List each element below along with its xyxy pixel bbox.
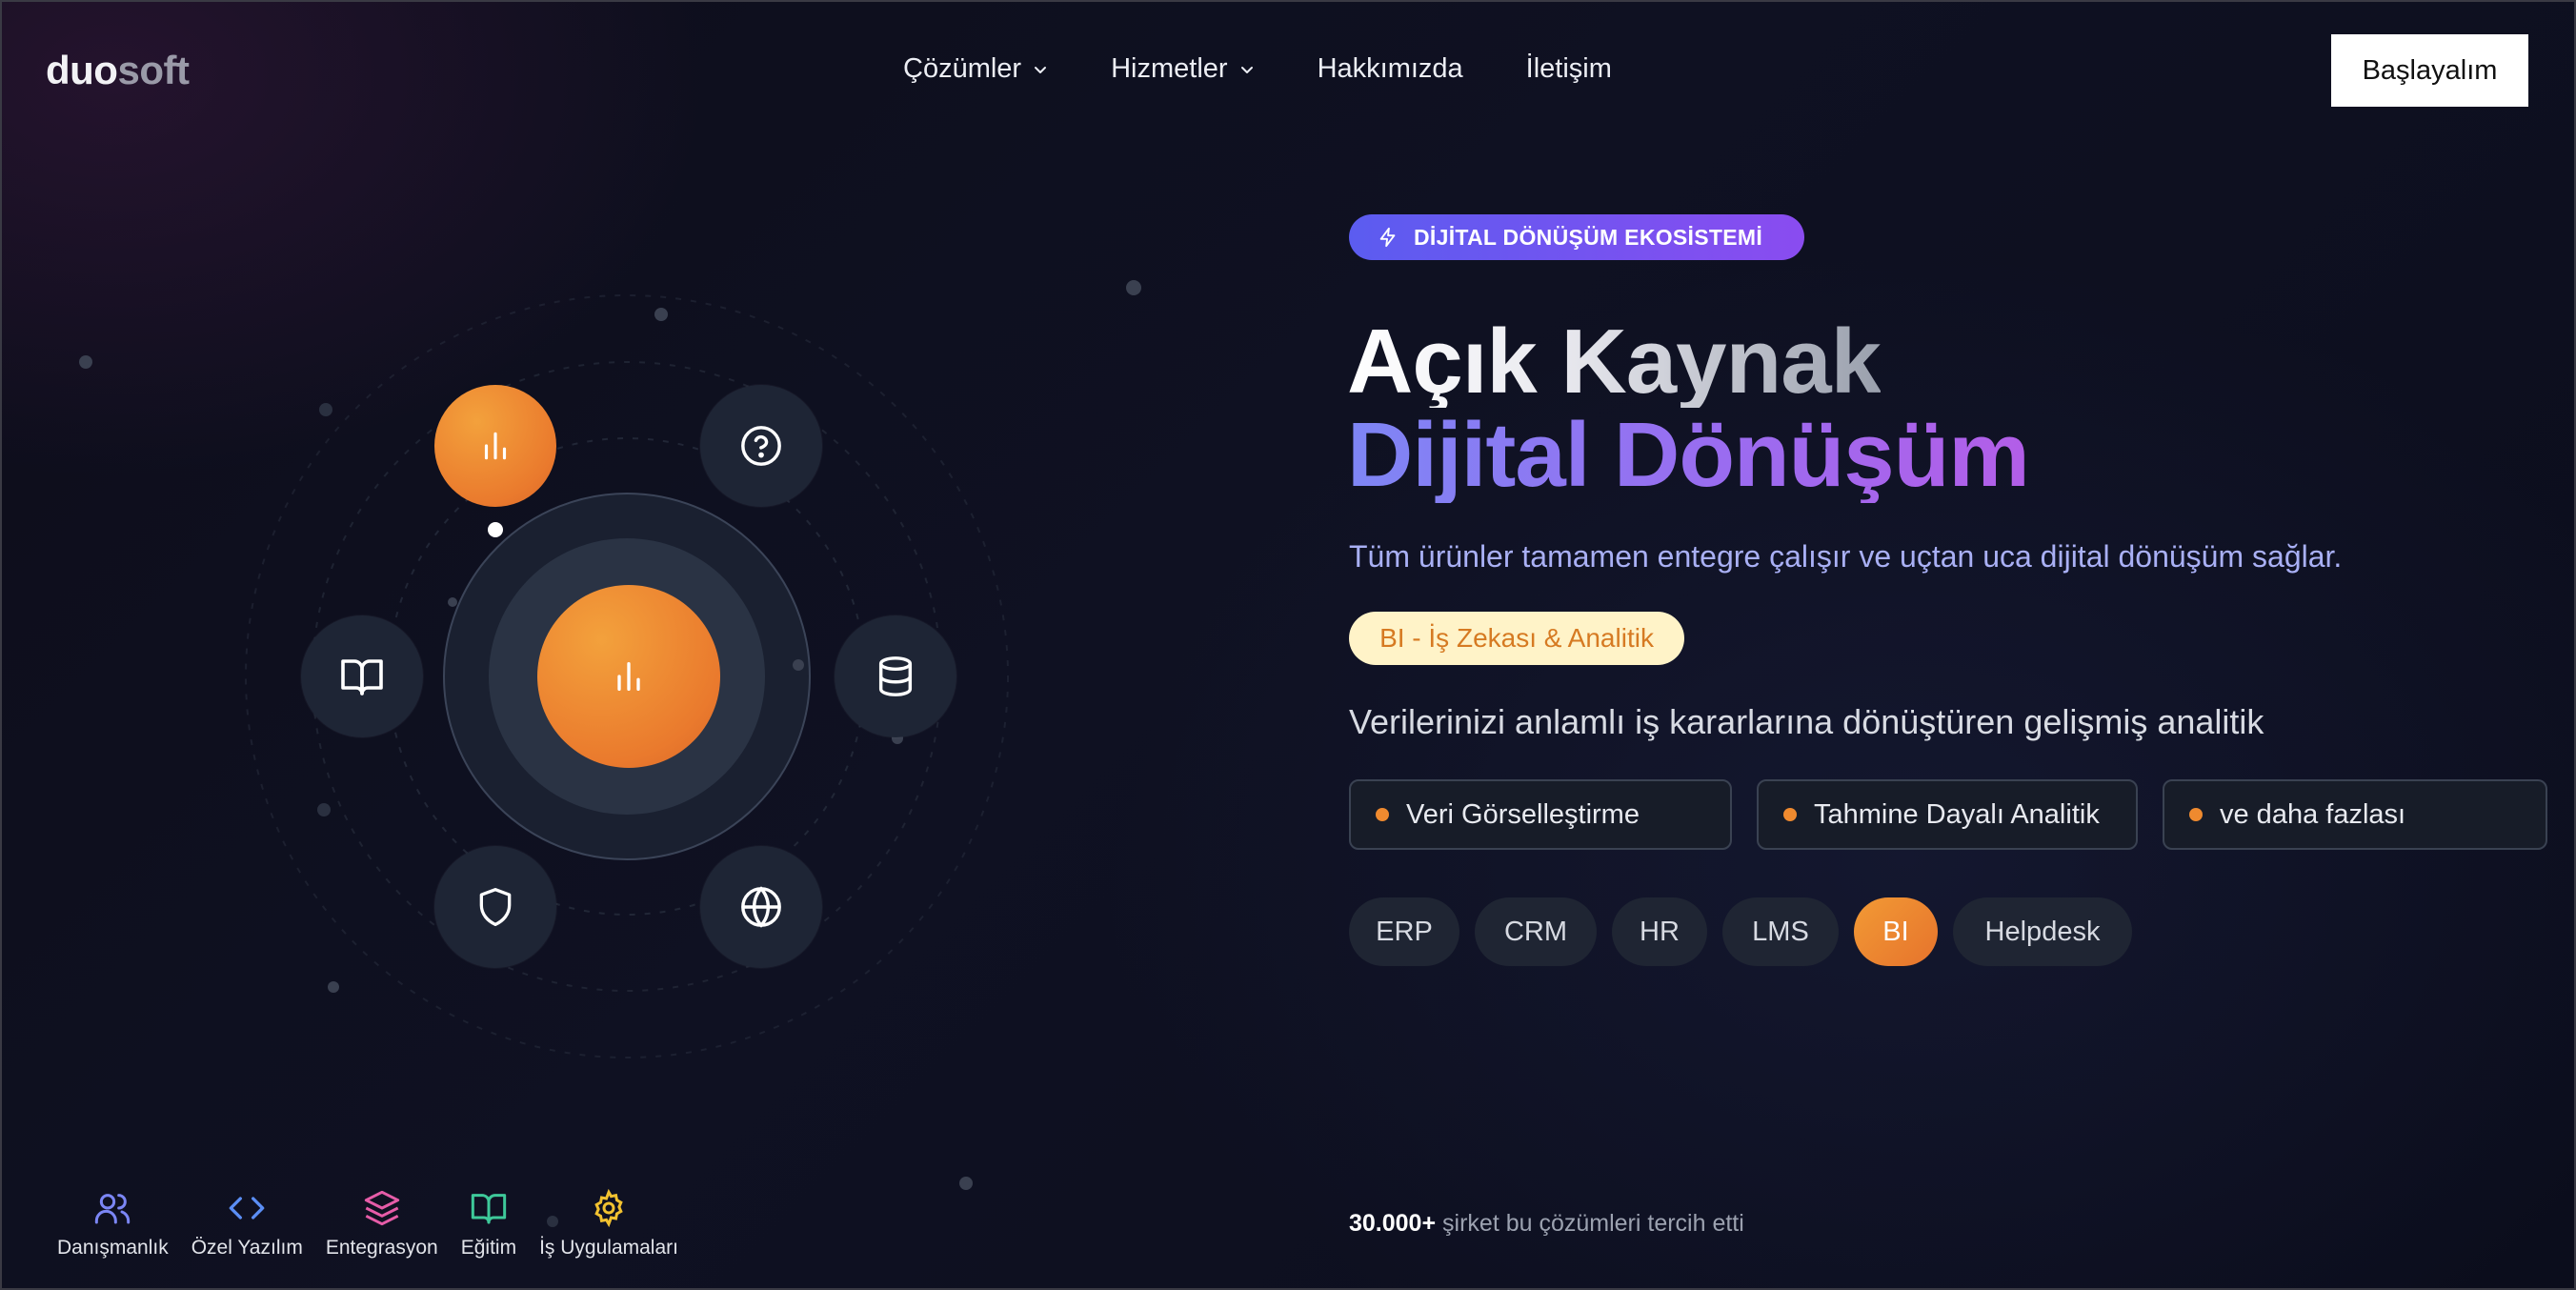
nav-item-hakkimizda[interactable]: Hakkımızda [1318, 53, 1463, 85]
feature-item: Veri Görselleştirme [1349, 779, 1732, 850]
orbit-node-helpdesk[interactable] [700, 385, 822, 507]
chevron-down-icon [1240, 66, 1253, 73]
orbit-node-crm[interactable] [700, 846, 822, 968]
orbit-node-bi[interactable] [434, 385, 556, 507]
feature-label: ve daha fazlası [2220, 798, 2406, 830]
globe-icon [741, 886, 781, 928]
database-icon [878, 656, 913, 696]
orbit-node-hr[interactable] [434, 846, 556, 968]
orbit-node-erp[interactable] [835, 615, 956, 737]
layers-icon [364, 1190, 399, 1226]
chip-hr[interactable]: HR [1612, 897, 1707, 966]
service-training[interactable]: Eğitim [461, 1189, 516, 1260]
service-business-apps[interactable]: İş Uygulamaları [539, 1189, 678, 1260]
ecosystem-badge: DİJİTAL DÖNÜŞÜM EKOSİSTEMİ [1349, 214, 1804, 260]
lightning-icon [1378, 227, 1399, 248]
feature-item: Tahmine Dayalı Analitik [1757, 779, 2138, 850]
chip-erp[interactable]: ERP [1349, 897, 1459, 966]
feature-item: ve daha fazlası [2163, 779, 2547, 850]
bullet-dot [1376, 808, 1389, 821]
service-integration[interactable]: Entegrasyon [326, 1189, 438, 1260]
nav-item-iletisim[interactable]: İletişim [1526, 53, 1612, 85]
product-chips: ERP CRM HR LMS BI Helpdesk [1349, 897, 2147, 966]
feature-label: Veri Görselleştirme [1406, 798, 1640, 830]
trust-statement: 30.000+ şirket bu çözümleri tercih etti [1349, 1210, 1744, 1238]
service-label: İş Uygulamaları [539, 1237, 678, 1259]
center-node[interactable] [537, 585, 720, 768]
trust-text: şirket bu çözümleri tercih etti [1442, 1210, 1744, 1237]
service-label: Özel Yazılım [191, 1237, 303, 1259]
feature-label: Tahmine Dayalı Analitik [1814, 798, 2100, 830]
product-description: Verilerinizi anlamlı iş kararlarına dönü… [1349, 702, 2264, 741]
orbit-node-lms[interactable] [301, 615, 423, 737]
active-product-pill: BI - İş Zekası & Analitik [1349, 612, 1684, 665]
service-label: Entegrasyon [325, 1237, 438, 1259]
ecosystem-orbit [0, 0, 1238, 1290]
service-custom-software[interactable]: Özel Yazılım [191, 1189, 303, 1260]
nav-item-label: İletişim [1525, 53, 1612, 84]
nav-item-label: Hakkımızda [1317, 53, 1463, 84]
services-bar: Danışmanlık Özel Yazılım Entegrasyon Eği… [57, 1189, 701, 1260]
bar-chart-icon [617, 662, 640, 691]
hero-title-line-2: Dijital Dönüşüm [1347, 404, 2030, 506]
gear-icon [594, 1189, 623, 1227]
chip-crm[interactable]: CRM [1475, 897, 1597, 966]
hero-subtitle: Tüm ürünler tamamen entegre çalışır ve u… [1349, 539, 2343, 574]
bullet-dot [2189, 808, 2203, 821]
start-button[interactable]: Başlayalım [2331, 34, 2528, 107]
code-icon [229, 1197, 265, 1219]
trust-count: 30.000+ [1349, 1210, 1437, 1237]
chip-helpdesk[interactable]: Helpdesk [1953, 897, 2132, 966]
chip-bi[interactable]: BI [1854, 897, 1938, 966]
service-label: Danışmanlık [57, 1237, 169, 1259]
service-label: Eğitim [460, 1237, 517, 1259]
chip-lms[interactable]: LMS [1722, 897, 1839, 966]
hero-title-line-1: Açık Kaynak [1347, 311, 1882, 413]
help-circle-icon [741, 426, 781, 466]
bullet-dot [1783, 808, 1797, 821]
service-consulting[interactable]: Danışmanlık [57, 1189, 169, 1260]
book-open-icon [471, 1194, 507, 1224]
badge-label: DİJİTAL DÖNÜŞÜM EKOSİSTEMİ [1414, 224, 1763, 250]
shield-icon [479, 888, 512, 926]
feature-list: Veri Görselleştirme Tahmine Dayalı Anali… [1349, 779, 2572, 850]
bar-chart-icon [484, 432, 507, 460]
book-icon [341, 659, 383, 695]
users-icon [95, 1194, 131, 1224]
